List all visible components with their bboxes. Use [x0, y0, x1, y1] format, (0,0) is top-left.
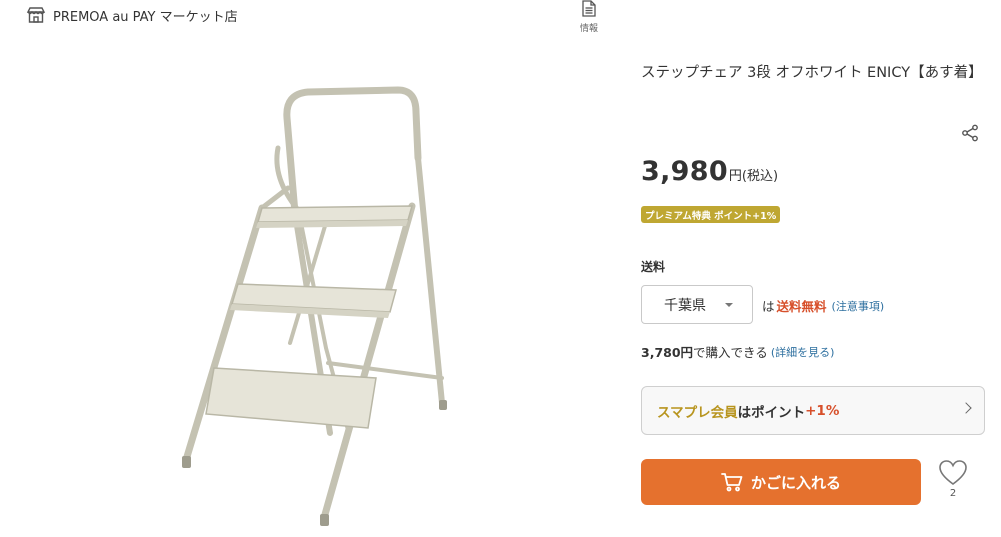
membership-name: スマプレ会員	[657, 404, 738, 421]
shipping-ha: は	[762, 299, 775, 314]
product-image	[182, 86, 447, 526]
membership-banner[interactable]: スマプレ会員 は ポイント +1%	[641, 386, 985, 435]
info-tab[interactable]: 情報	[576, 0, 602, 34]
info-tab-label: 情報	[579, 24, 598, 34]
membership-point: ポイント	[751, 404, 806, 421]
price-unit: 円(税込)	[728, 169, 779, 184]
membership-ha: は	[737, 404, 752, 421]
shipping-info: は 送料無料 (注意事項)	[762, 296, 884, 315]
add-to-cart-label: かごに入れる	[750, 473, 841, 492]
prefecture-select[interactable]: 千葉県	[641, 285, 753, 324]
coupon-text: で購入できる	[693, 345, 768, 360]
favorite-button[interactable]: 2	[936, 459, 970, 499]
add-to-cart-button[interactable]: かごに入れる	[641, 459, 921, 505]
membership-bonus: +1%	[805, 402, 840, 419]
shipping-label: 送料	[641, 260, 666, 274]
heart-icon	[939, 460, 967, 485]
coupon-detail-link[interactable]: (詳細を見る)	[771, 344, 835, 360]
coupon-price: 3,780円	[641, 345, 694, 360]
share-icon[interactable]	[961, 124, 979, 142]
shop-link[interactable]: PREMOA au PAY マーケット店	[26, 5, 238, 25]
cart-icon	[721, 473, 743, 492]
chevron-right-icon	[960, 402, 972, 414]
favorite-count: 2	[949, 488, 957, 499]
price-row: 3,980 円(税込)	[641, 156, 778, 187]
free-shipping-label: 送料無料	[776, 299, 827, 314]
premium-point-badge: プレミアム特典 ポイント+1%	[641, 206, 781, 223]
shop-name: PREMOA au PAY マーケット店	[53, 9, 238, 25]
coupon-row: 3,780円 で購入できる (詳細を見る)	[641, 342, 834, 361]
shipping-note-link[interactable]: (注意事項)	[832, 298, 885, 314]
prefecture-value: 千葉県	[664, 297, 706, 314]
product-title: ステップチェア 3段 オフホワイト ENICY【あす着】	[641, 65, 983, 81]
caret-down-icon	[725, 303, 733, 307]
price-value: 3,980	[641, 156, 728, 187]
document-icon	[582, 0, 596, 17]
store-icon	[26, 7, 46, 23]
